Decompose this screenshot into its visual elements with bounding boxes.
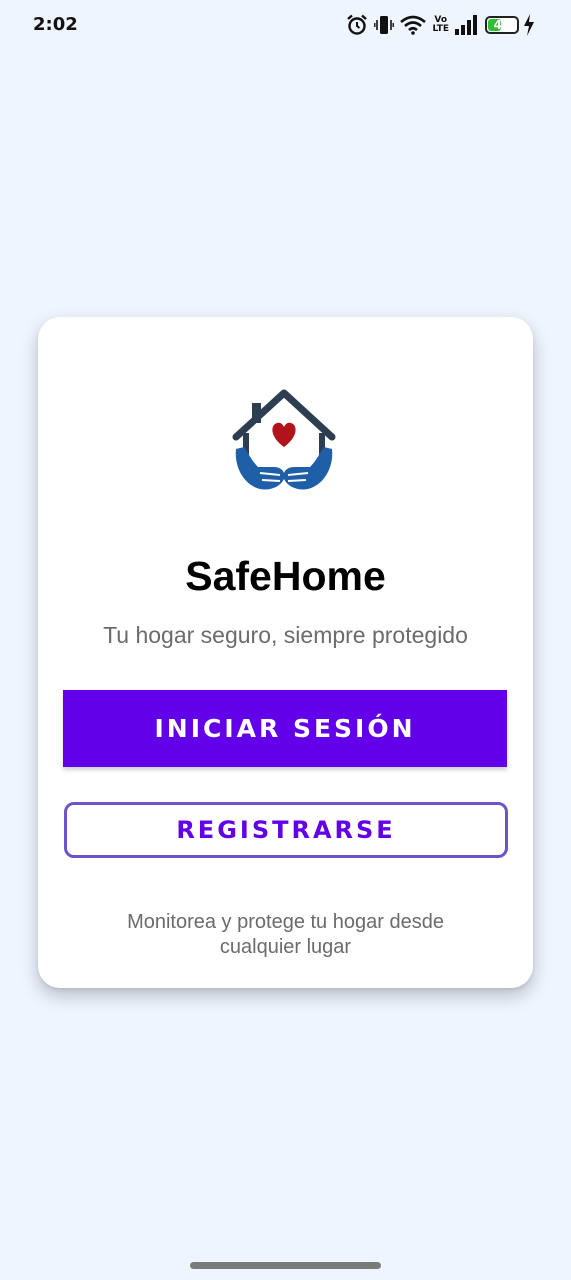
- login-button[interactable]: INICIAR SESIÓN: [63, 690, 507, 767]
- volte-bottom: LTE: [432, 24, 449, 34]
- vibrate-icon: [374, 14, 395, 36]
- wifi-icon: [400, 15, 427, 35]
- house-hands-heart-logo: [230, 389, 342, 501]
- battery-level: 45: [493, 18, 511, 32]
- volte-indicator: Vo LTE: [432, 16, 449, 34]
- app-title: SafeHome: [185, 553, 386, 599]
- status-icons: Vo LTE 45: [346, 13, 535, 37]
- register-button[interactable]: REGISTRARSE: [64, 802, 508, 858]
- status-bar: 2:02 Vo LTE 45: [0, 0, 571, 50]
- app-subtitle: Tu hogar seguro, siempre protegido: [103, 622, 468, 648]
- battery-body: 45: [485, 16, 519, 34]
- home-indicator[interactable]: [190, 1262, 381, 1269]
- battery-icon: 45: [485, 16, 519, 34]
- welcome-card: SafeHome Tu hogar seguro, siempre proteg…: [38, 317, 533, 988]
- signal-icon: [455, 15, 479, 35]
- footer-text: Monitorea y protege tu hogar desde cualq…: [127, 911, 444, 958]
- charging-icon: [523, 14, 535, 36]
- alarm-icon: [346, 14, 368, 36]
- status-time: 2:02: [33, 14, 78, 35]
